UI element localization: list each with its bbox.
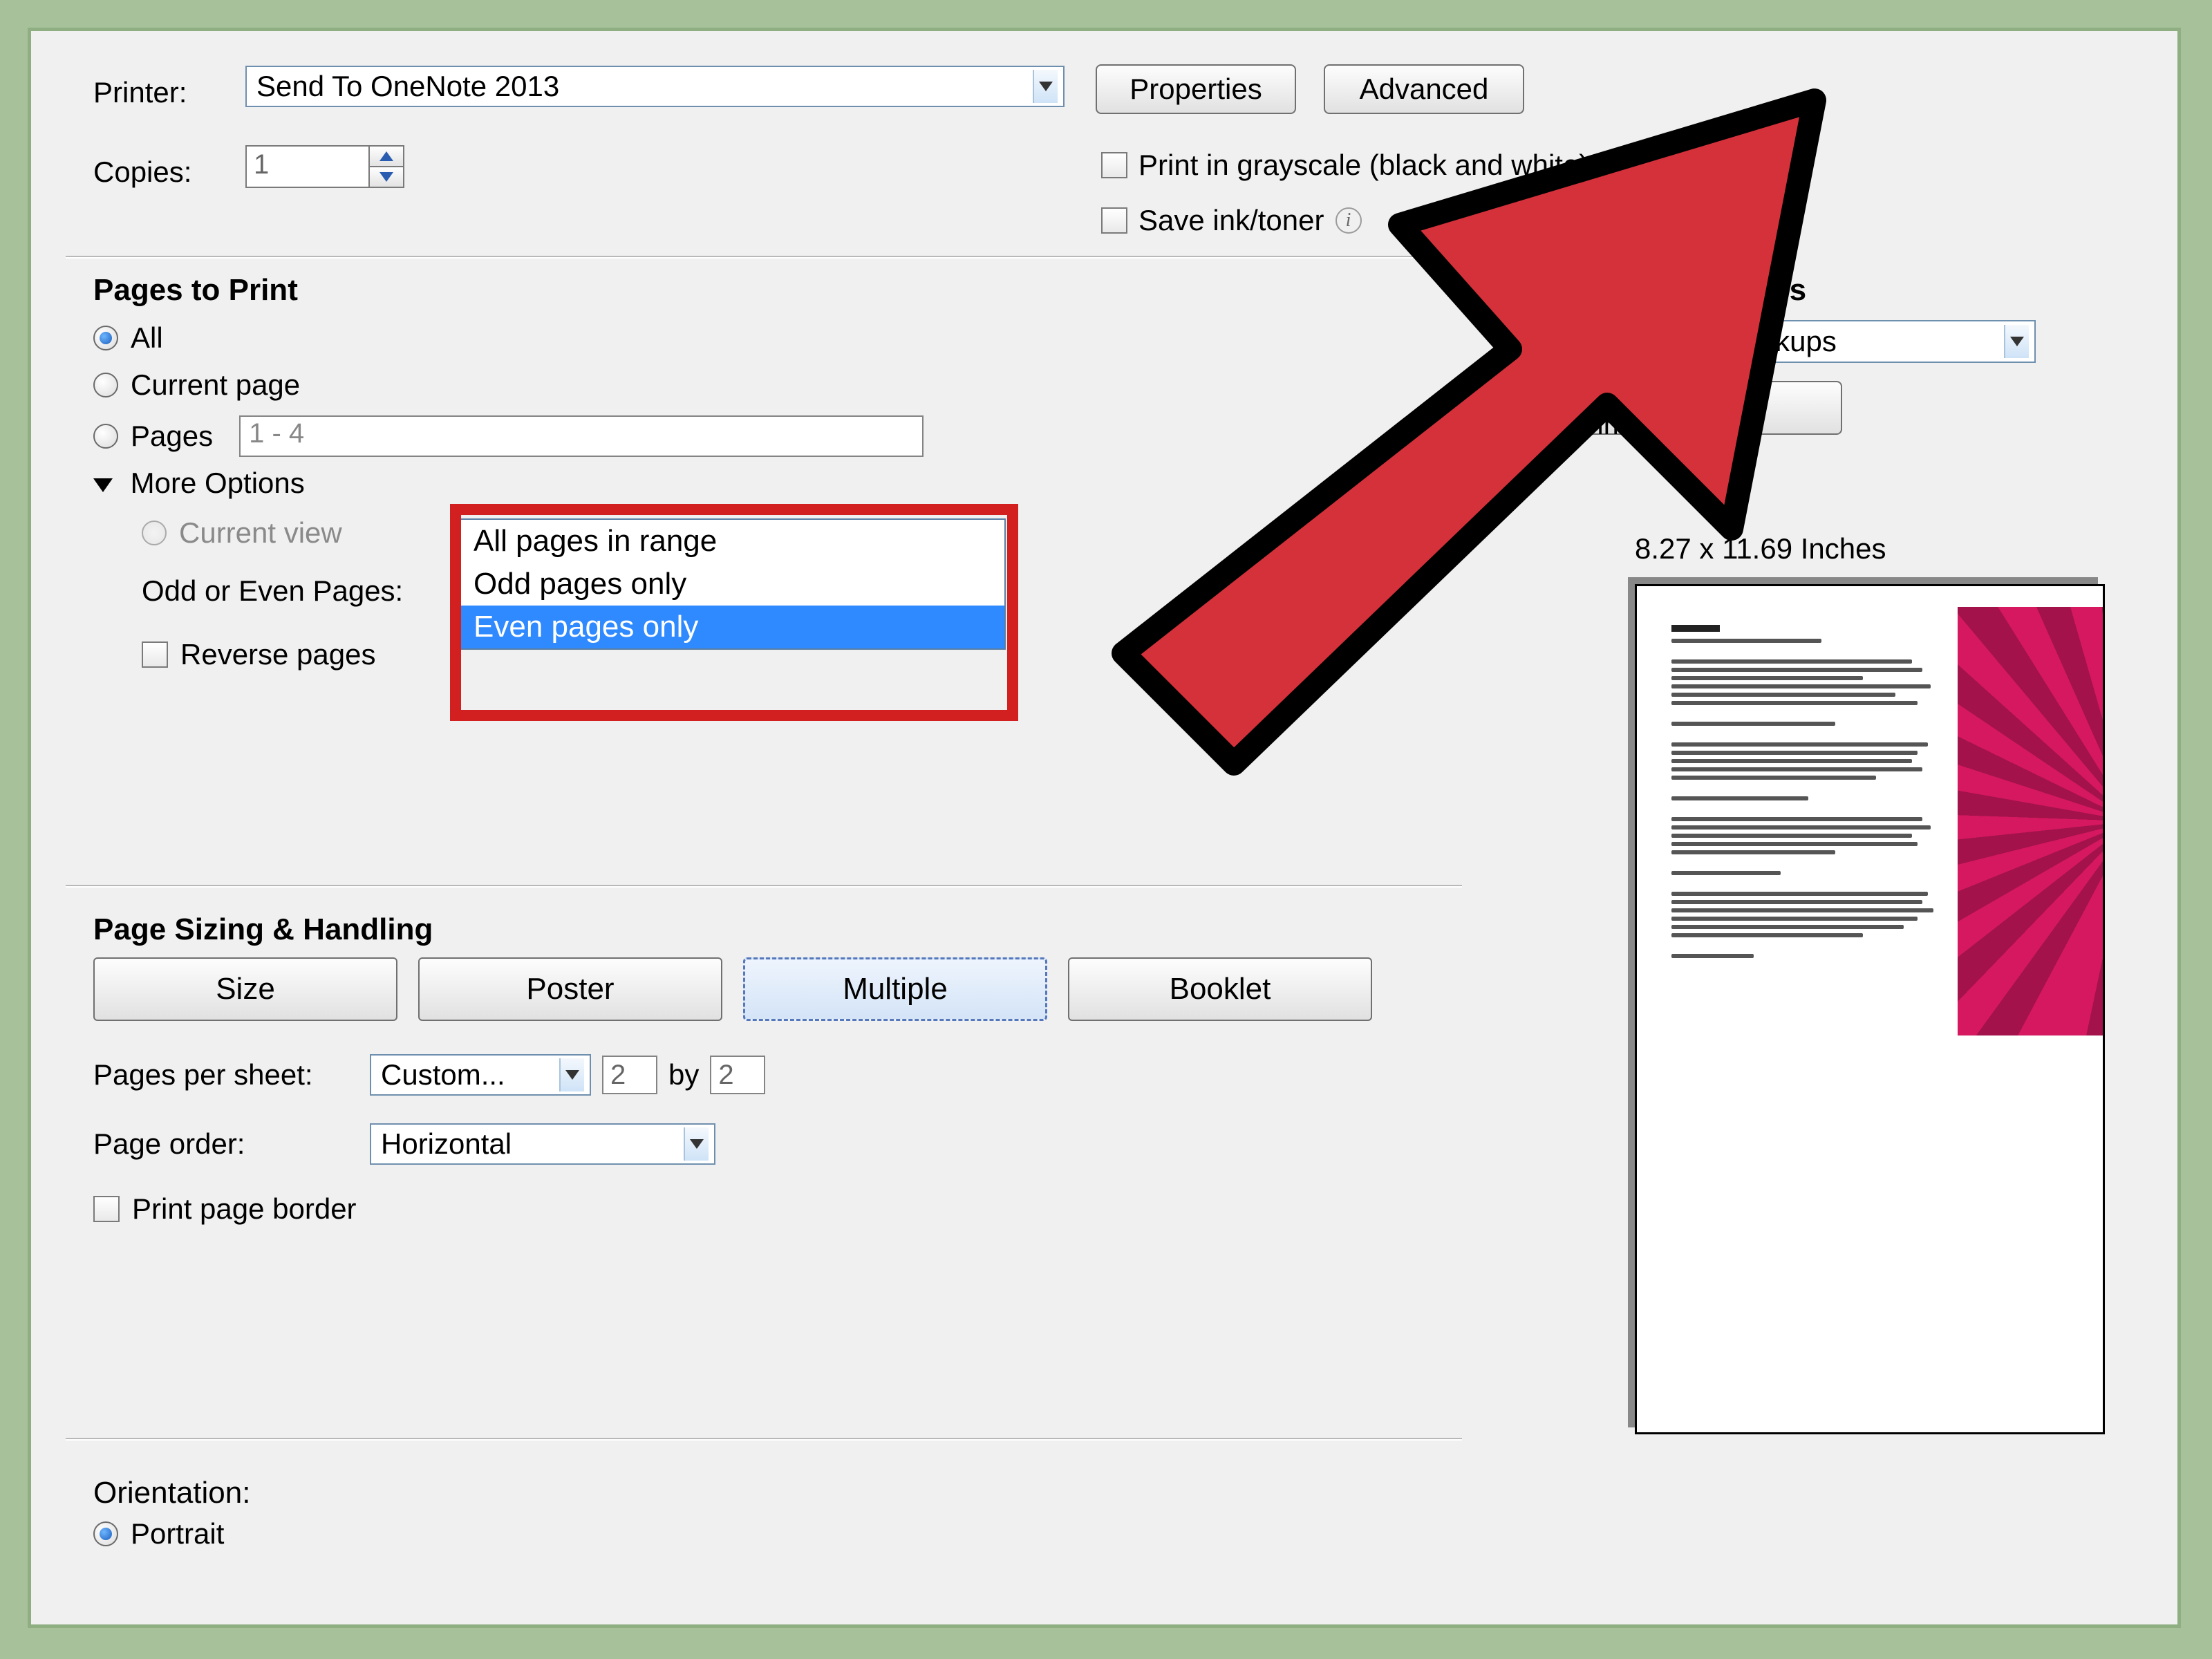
odd-even-option[interactable]: All pages in range bbox=[461, 520, 1004, 563]
divider bbox=[66, 256, 1462, 257]
print-dialog: Printer: Send To OneNote 2013 Copies: 1 … bbox=[31, 31, 2177, 1624]
radio-all[interactable] bbox=[93, 326, 118, 350]
more-options-toggle[interactable]: More Options bbox=[93, 467, 1462, 500]
pages-to-print-section: Pages to Print All Current page Pages 1 … bbox=[93, 273, 1462, 1414]
pages-per-sheet-select[interactable]: Custom... bbox=[370, 1054, 591, 1096]
save-ink-checkbox-row[interactable]: Save ink/toner i bbox=[1101, 204, 1362, 237]
portrait-row[interactable]: Portrait bbox=[93, 1517, 224, 1550]
reverse-pages-label: Reverse pages bbox=[180, 638, 376, 671]
radio-pages[interactable] bbox=[93, 424, 118, 449]
pages-range-input[interactable]: 1 - 4 bbox=[239, 415, 924, 457]
page-order-row: Page order: Horizontal bbox=[93, 1123, 715, 1165]
by-label: by bbox=[668, 1058, 699, 1091]
dropdown-arrow-icon bbox=[684, 1127, 709, 1161]
properties-button[interactable]: Properties bbox=[1096, 64, 1296, 114]
printer-select[interactable]: Send To OneNote 2013 bbox=[245, 66, 1065, 107]
disclosure-triangle-icon bbox=[93, 478, 113, 492]
pages-per-sheet-label: Pages per sheet: bbox=[93, 1058, 370, 1091]
copies-down-button[interactable] bbox=[368, 166, 404, 188]
sizing-mode-buttons: Size Poster Multiple Booklet bbox=[93, 957, 1393, 1021]
dropdown-arrow-icon bbox=[2004, 325, 2029, 358]
print-border-checkbox[interactable] bbox=[93, 1196, 120, 1222]
radio-current-page[interactable] bbox=[93, 373, 118, 397]
grayscale-checkbox-row[interactable]: Print in grayscale (black and white) bbox=[1101, 149, 1588, 182]
copies-up-button[interactable] bbox=[368, 145, 404, 167]
radio-current-page-row[interactable]: Current page bbox=[93, 368, 1462, 402]
chevron-down-icon bbox=[379, 172, 393, 182]
printer-select-value: Send To OneNote 2013 bbox=[256, 70, 559, 103]
save-ink-label: Save ink/toner bbox=[1138, 204, 1324, 237]
right-panel: Comments & Forms Document and Markups Su… bbox=[1517, 273, 2136, 1517]
grid-y-input[interactable]: 2 bbox=[710, 1056, 765, 1094]
print-preview bbox=[1635, 584, 2105, 1434]
copies-spinner[interactable]: 1 bbox=[245, 145, 404, 188]
orientation-header: Orientation: bbox=[93, 1476, 250, 1510]
radio-pages-label: Pages bbox=[131, 420, 213, 453]
comments-forms-header: Comments & Forms bbox=[1517, 273, 2136, 308]
page-order-value: Horizontal bbox=[381, 1127, 512, 1161]
radio-current-view-label: Current view bbox=[179, 516, 342, 550]
advanced-button[interactable]: Advanced bbox=[1324, 64, 1524, 114]
save-ink-checkbox[interactable] bbox=[1101, 207, 1127, 234]
size-button[interactable]: Size bbox=[93, 957, 397, 1021]
grayscale-label: Print in grayscale (black and white) bbox=[1138, 149, 1588, 182]
multiple-button[interactable]: Multiple bbox=[743, 957, 1047, 1021]
dropdown-arrow-icon bbox=[1033, 70, 1058, 103]
radio-pages-row[interactable]: Pages 1 - 4 bbox=[93, 415, 1462, 457]
divider bbox=[66, 885, 1462, 886]
odd-even-option[interactable]: Odd pages only bbox=[461, 563, 1004, 606]
comments-mode-value: Document and Markups bbox=[1528, 325, 1837, 358]
divider bbox=[66, 1438, 1462, 1439]
page-sizing-header: Page Sizing & Handling bbox=[93, 912, 433, 947]
radio-all-label: All bbox=[131, 321, 163, 355]
summarize-comments-button[interactable]: Summarize Comments bbox=[1517, 381, 1842, 435]
copies-label: Copies: bbox=[93, 156, 191, 189]
page-order-label: Page order: bbox=[93, 1127, 370, 1161]
radio-all-row[interactable]: All bbox=[93, 321, 1462, 355]
copies-input[interactable]: 1 bbox=[245, 145, 370, 188]
odd-even-option[interactable]: Even pages only bbox=[461, 606, 1004, 648]
dropdown-arrow-icon bbox=[559, 1058, 584, 1091]
chevron-up-icon bbox=[379, 151, 393, 161]
radio-current-page-label: Current page bbox=[131, 368, 300, 402]
radio-portrait[interactable] bbox=[93, 1521, 118, 1546]
page-order-select[interactable]: Horizontal bbox=[370, 1123, 715, 1165]
more-options-label: More Options bbox=[131, 467, 305, 499]
odd-even-label: Odd or Even Pages: bbox=[142, 574, 474, 608]
poster-button[interactable]: Poster bbox=[418, 957, 722, 1021]
screenshot-frame: Printer: Send To OneNote 2013 Copies: 1 … bbox=[28, 28, 2181, 1628]
pages-per-sheet-value: Custom... bbox=[381, 1058, 505, 1091]
pages-to-print-header: Pages to Print bbox=[93, 273, 1462, 308]
reverse-pages-checkbox[interactable] bbox=[142, 641, 168, 668]
print-border-label: Print page border bbox=[132, 1192, 357, 1226]
grayscale-checkbox[interactable] bbox=[1101, 152, 1127, 178]
preview-dimensions: 8.27 x 11.69 Inches bbox=[1635, 532, 1886, 565]
print-border-row[interactable]: Print page border bbox=[93, 1192, 357, 1226]
odd-even-dropdown-popup: All pages in range Odd pages only Even p… bbox=[460, 518, 1006, 650]
comments-mode-select[interactable]: Document and Markups bbox=[1517, 320, 2036, 363]
info-icon[interactable]: i bbox=[1335, 207, 1362, 234]
preview-page-right bbox=[1958, 607, 2103, 1035]
grid-x-input[interactable]: 2 bbox=[602, 1056, 657, 1094]
preview-page-left bbox=[1658, 607, 1931, 1402]
booklet-button[interactable]: Booklet bbox=[1068, 957, 1372, 1021]
printer-label: Printer: bbox=[93, 76, 187, 109]
radio-current-view bbox=[142, 521, 167, 545]
portrait-label: Portrait bbox=[131, 1517, 224, 1550]
pages-per-sheet-row: Pages per sheet: Custom... 2 by 2 bbox=[93, 1054, 776, 1096]
copies-spinner-buttons bbox=[370, 145, 404, 188]
